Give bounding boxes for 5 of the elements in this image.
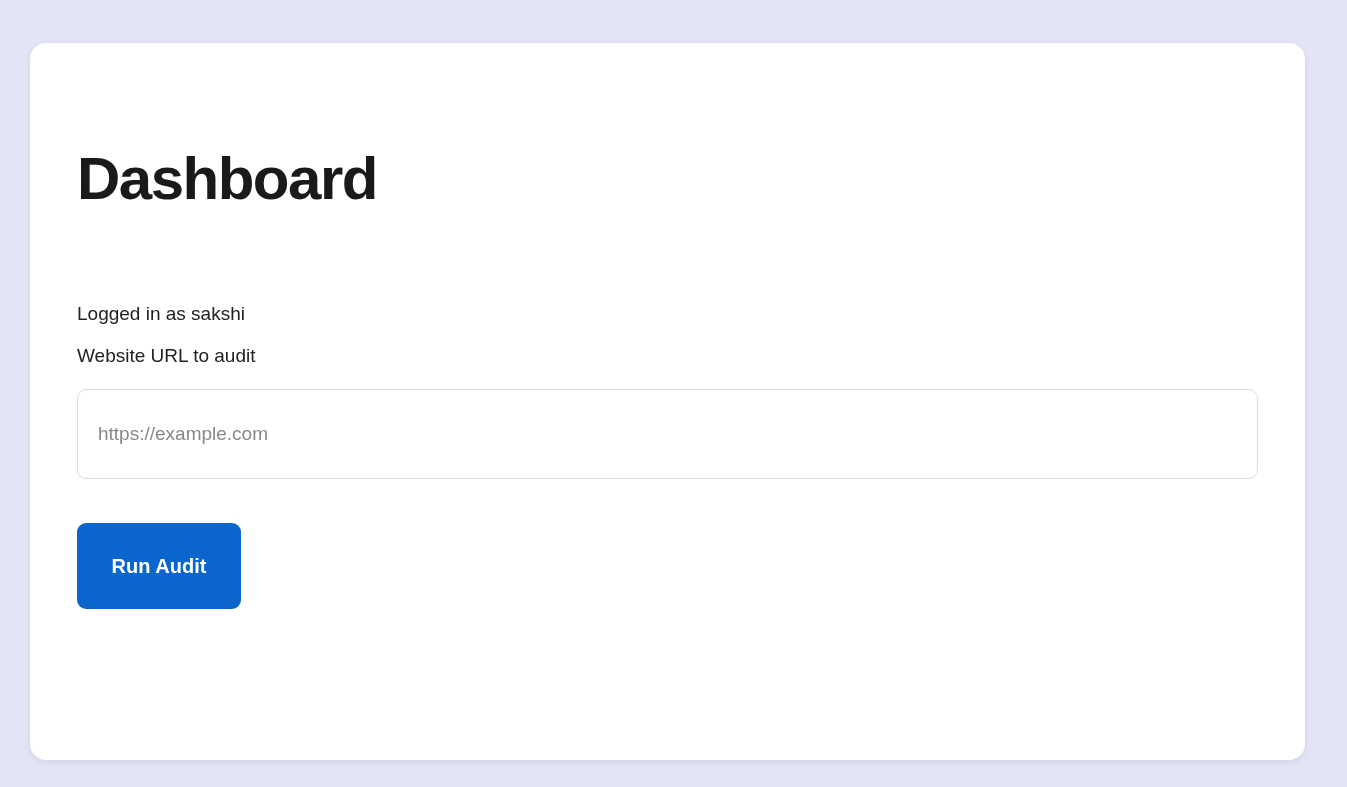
logged-in-text: Logged in as sakshi xyxy=(77,303,245,325)
page-title: Dashboard xyxy=(77,144,377,214)
url-input-field[interactable]: https://example.com xyxy=(77,389,1258,479)
run-audit-button[interactable]: Run Audit xyxy=(77,523,241,609)
field-label: Website URL to audit xyxy=(77,345,256,367)
